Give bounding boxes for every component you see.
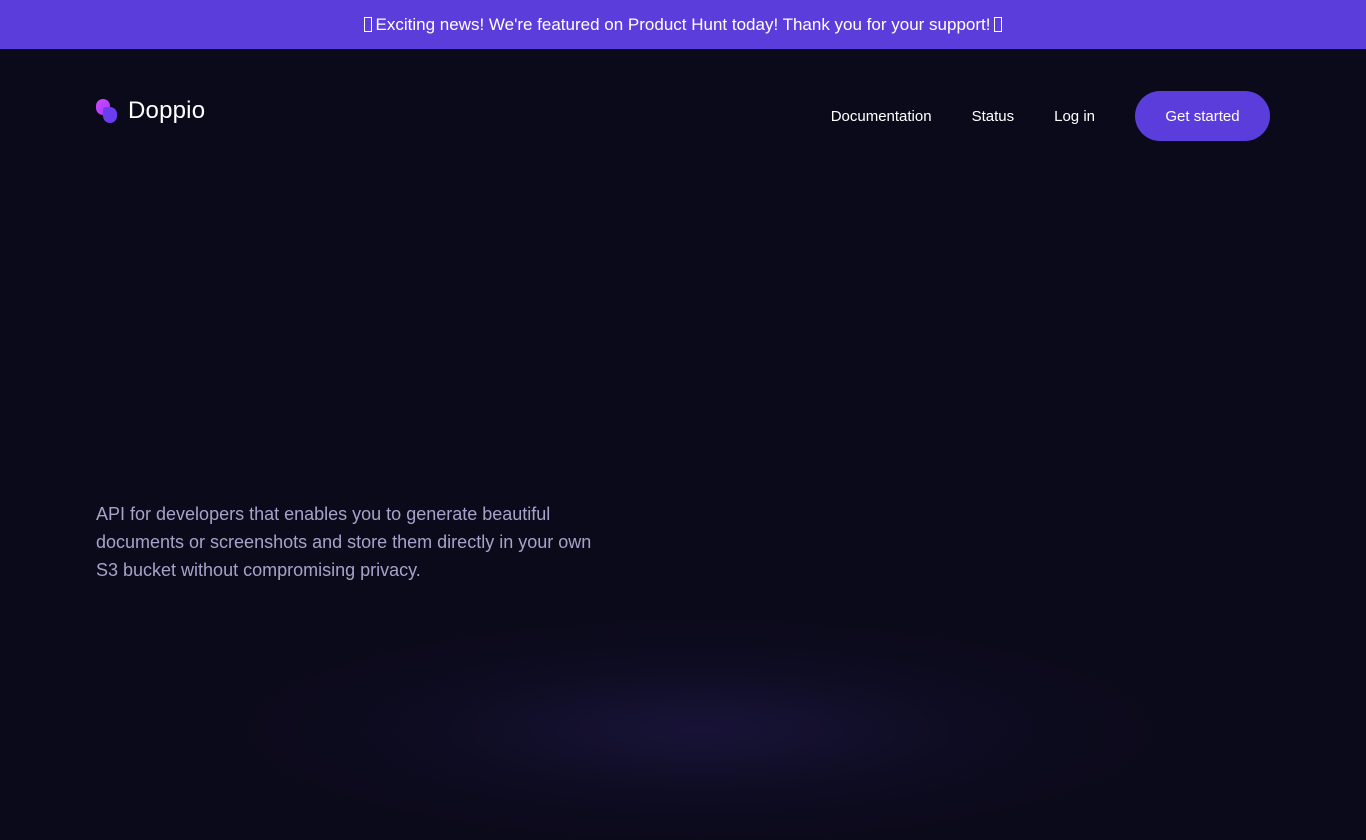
party-emoji-icon-end	[994, 17, 1003, 32]
site-header: Doppio Documentation Status Log in Get s…	[0, 49, 1366, 169]
hero-description: API for developers that enables you to g…	[96, 504, 592, 580]
nav-status[interactable]: Status	[972, 108, 1015, 125]
main-nav: Documentation Status Log in Get started	[831, 91, 1270, 141]
announcement-text: Exciting news! We're featured on Product…	[375, 14, 991, 34]
party-emoji-icon	[363, 17, 372, 32]
get-started-button[interactable]: Get started	[1135, 91, 1270, 141]
nav-documentation[interactable]: Documentation	[831, 108, 932, 125]
nav-login[interactable]: Log in	[1054, 108, 1095, 125]
announcement-banner[interactable]: Exciting news! We're featured on Product…	[0, 0, 1366, 49]
doppio-logo-icon	[96, 99, 118, 123]
logo-text: Doppio	[128, 97, 206, 124]
logo-link[interactable]: Doppio	[96, 97, 205, 125]
background-glow	[250, 620, 1150, 840]
